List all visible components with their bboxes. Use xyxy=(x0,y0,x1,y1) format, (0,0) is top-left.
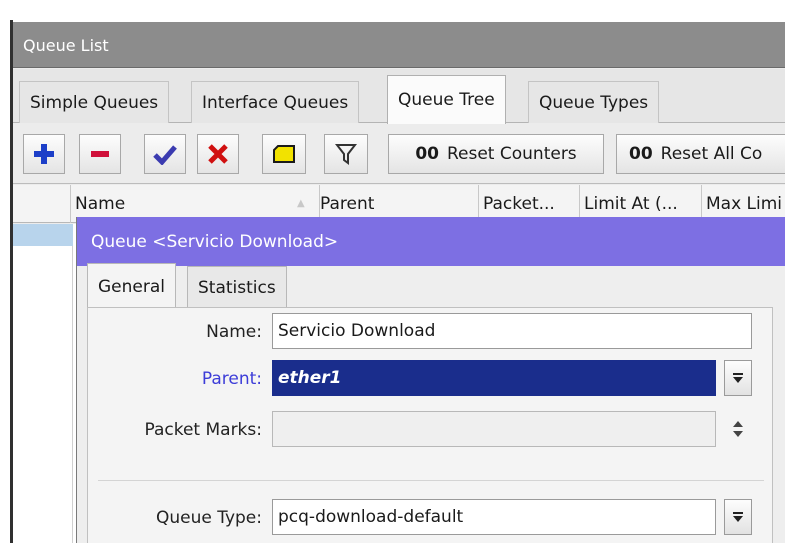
general-panel: Name: Servicio Download Parent: ether1 P… xyxy=(87,307,773,543)
name-label: Name: xyxy=(206,322,262,342)
window-titlebar[interactable]: Queue List xyxy=(13,22,785,68)
minus-icon xyxy=(91,151,109,157)
x-icon xyxy=(208,144,228,164)
reset-all-counters-button[interactable]: 00 Reset All Co xyxy=(616,134,785,174)
tab-simple-queues[interactable]: Simple Queues xyxy=(19,81,170,123)
enable-button[interactable] xyxy=(144,134,186,174)
tab-interface-queues[interactable]: Interface Queues xyxy=(191,81,360,123)
counter-all-icon: 00 xyxy=(629,144,653,164)
dialog-title[interactable]: Queue <Servicio Download> xyxy=(77,217,785,266)
dialog-tab-bar: General Statistics xyxy=(77,263,785,309)
toolbar: 00 Reset Counters 00 Reset All Co xyxy=(13,124,785,184)
packet-marks-input xyxy=(272,411,716,447)
queue-type-label: Queue Type: xyxy=(155,508,262,528)
disable-button[interactable] xyxy=(197,134,239,174)
tab-bar: Simple Queues Interface Queues Queue Tre… xyxy=(13,69,785,124)
chevron-down-icon xyxy=(733,512,743,522)
reset-counters-button[interactable]: 00 Reset Counters xyxy=(388,134,604,174)
field-separator xyxy=(98,480,764,481)
reset-counters-label: Reset Counters xyxy=(446,144,577,164)
tab-queue-types[interactable]: Queue Types xyxy=(528,81,660,123)
filter-button[interactable] xyxy=(324,134,368,174)
parent-select[interactable]: ether1 xyxy=(272,360,716,396)
check-icon xyxy=(153,145,177,165)
remove-button[interactable] xyxy=(79,134,121,174)
table-gutter xyxy=(13,246,73,543)
table-corner xyxy=(13,185,71,223)
queue-dialog: Queue <Servicio Download> General Statis… xyxy=(76,217,785,543)
sort-asc-icon: ▲ xyxy=(297,198,305,209)
table-row[interactable] xyxy=(13,224,73,246)
name-input[interactable]: Servicio Download xyxy=(272,313,752,349)
tab-queue-tree[interactable]: Queue Tree xyxy=(387,75,506,124)
packet-marks-updown xyxy=(724,411,752,447)
filter-icon xyxy=(335,144,357,165)
add-button[interactable] xyxy=(23,134,65,174)
queue-type-select[interactable]: pcq-download-default xyxy=(272,499,716,535)
tab-general[interactable]: General xyxy=(87,263,176,309)
queue-list-window: Queue List Simple Queues Interface Queue… xyxy=(13,22,785,543)
plus-icon xyxy=(34,144,54,164)
chevron-down-icon xyxy=(733,373,743,383)
counter-icon: 00 xyxy=(415,144,439,164)
parent-label: Parent: xyxy=(201,369,262,389)
updown-arrow-icon xyxy=(733,421,743,437)
reset-all-counters-label: Reset All Co xyxy=(660,144,763,164)
packet-marks-label: Packet Marks: xyxy=(144,420,262,440)
queue-type-dropdown-button[interactable] xyxy=(724,499,752,535)
window-title: Queue List xyxy=(23,36,109,55)
note-icon xyxy=(273,145,295,163)
tab-statistics[interactable]: Statistics xyxy=(187,266,287,308)
parent-dropdown-button[interactable] xyxy=(724,360,752,396)
comment-button[interactable] xyxy=(262,134,306,174)
